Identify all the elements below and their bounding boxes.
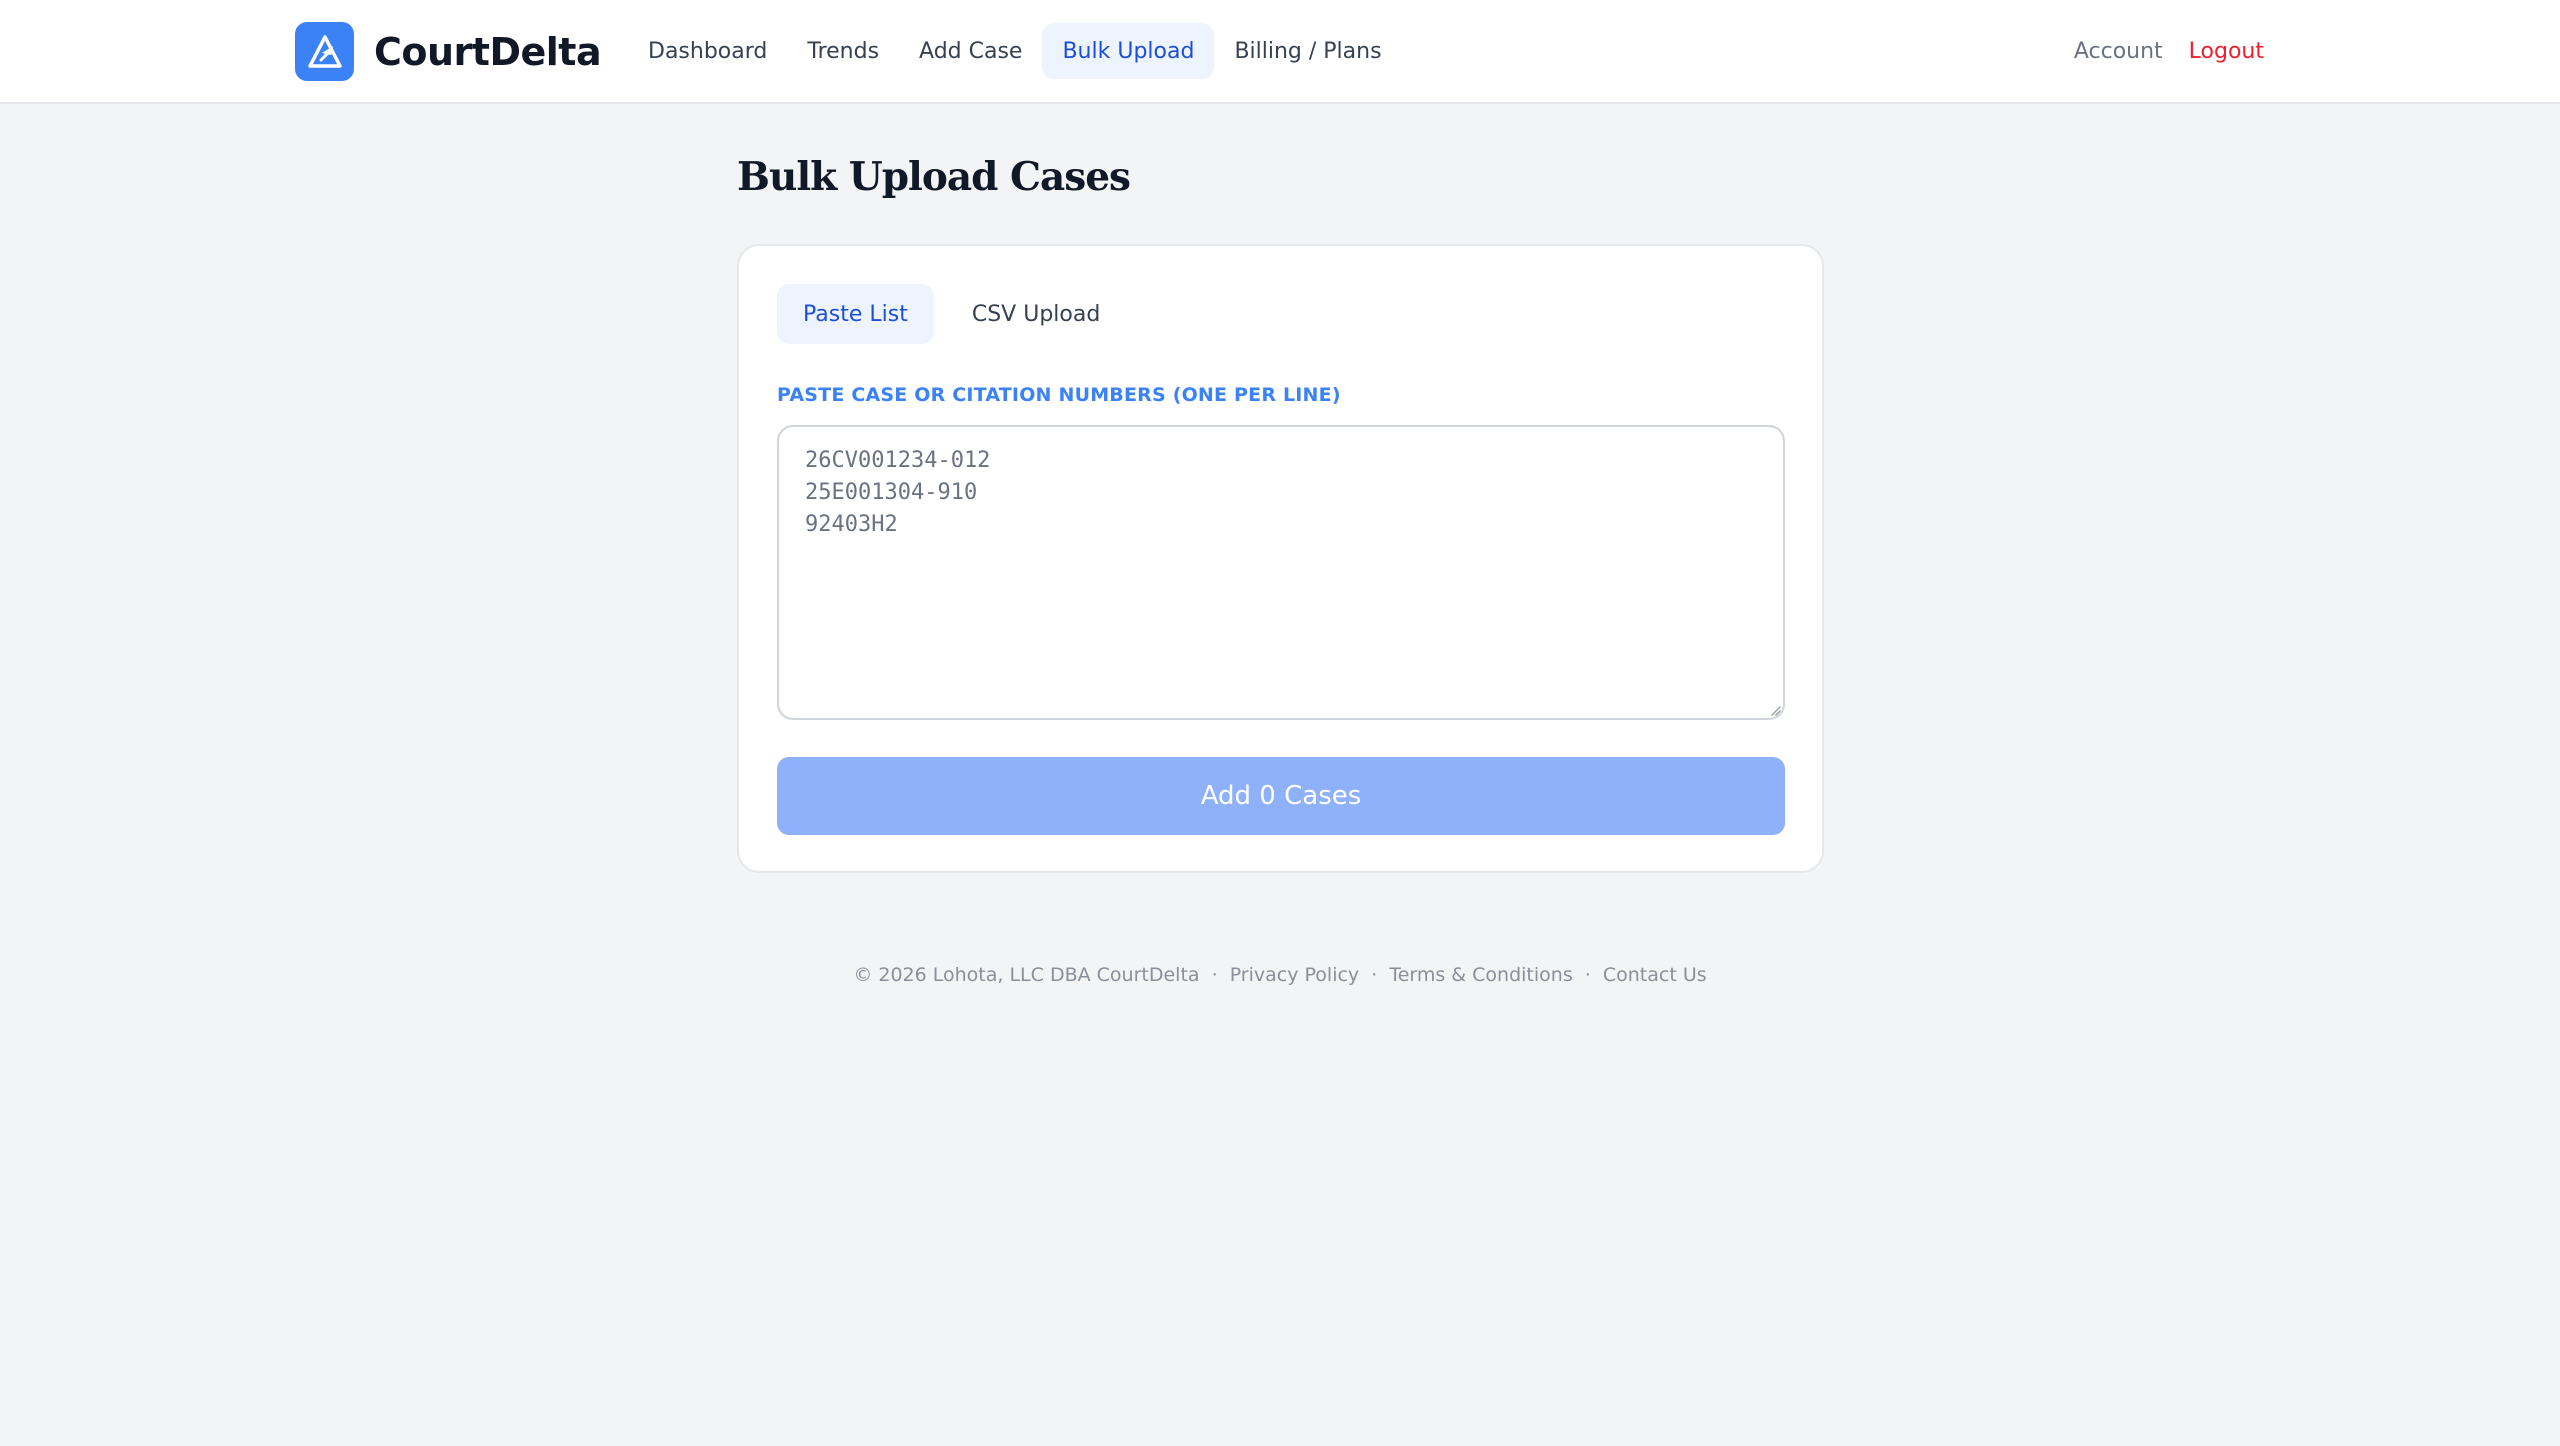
- footer-separator: ·: [1584, 964, 1591, 986]
- privacy-policy-link[interactable]: Privacy Policy: [1230, 964, 1359, 986]
- terms-conditions-link[interactable]: Terms & Conditions: [1389, 964, 1572, 986]
- contact-us-link[interactable]: Contact Us: [1603, 964, 1707, 986]
- user-menu: Account Logout: [2074, 23, 2264, 79]
- main-nav: Dashboard Trends Add Case Bulk Upload Bi…: [628, 23, 1402, 79]
- footer-copyright: © 2026 Lohota, LLC DBA CourtDelta: [853, 964, 1200, 986]
- courtdelta-logo-icon: [295, 22, 354, 81]
- brand[interactable]: CourtDelta: [295, 22, 602, 81]
- upload-mode-tabs: Paste List CSV Upload: [777, 284, 1126, 344]
- paste-field-label: PASTE CASE OR CITATION NUMBERS (ONE PER …: [777, 384, 1341, 406]
- resize-handle-icon[interactable]: [1769, 704, 1781, 716]
- footer: © 2026 Lohota, LLC DBA CourtDelta · Priv…: [0, 964, 2560, 986]
- bulk-upload-card: Paste List CSV Upload PASTE CASE OR CITA…: [737, 244, 1824, 873]
- brand-name: CourtDelta: [374, 29, 602, 74]
- page-title: Bulk Upload Cases: [737, 154, 1131, 200]
- tab-paste-list[interactable]: Paste List: [777, 284, 934, 344]
- nav-item-trends[interactable]: Trends: [787, 23, 899, 79]
- nav-item-add-case[interactable]: Add Case: [899, 23, 1042, 79]
- account-link[interactable]: Account: [2074, 39, 2163, 64]
- nav-item-billing-plans[interactable]: Billing / Plans: [1214, 23, 1401, 79]
- add-cases-button[interactable]: Add 0 Cases: [777, 757, 1785, 835]
- footer-separator: ·: [1211, 964, 1218, 986]
- top-navbar: CourtDelta Dashboard Trends Add Case Bul…: [0, 0, 2560, 104]
- nav-item-bulk-upload[interactable]: Bulk Upload: [1042, 23, 1215, 79]
- logout-link[interactable]: Logout: [2189, 39, 2264, 64]
- tab-csv-upload[interactable]: CSV Upload: [946, 284, 1126, 344]
- nav-item-dashboard[interactable]: Dashboard: [628, 23, 787, 79]
- footer-separator: ·: [1371, 964, 1378, 986]
- case-numbers-textarea[interactable]: [777, 425, 1785, 720]
